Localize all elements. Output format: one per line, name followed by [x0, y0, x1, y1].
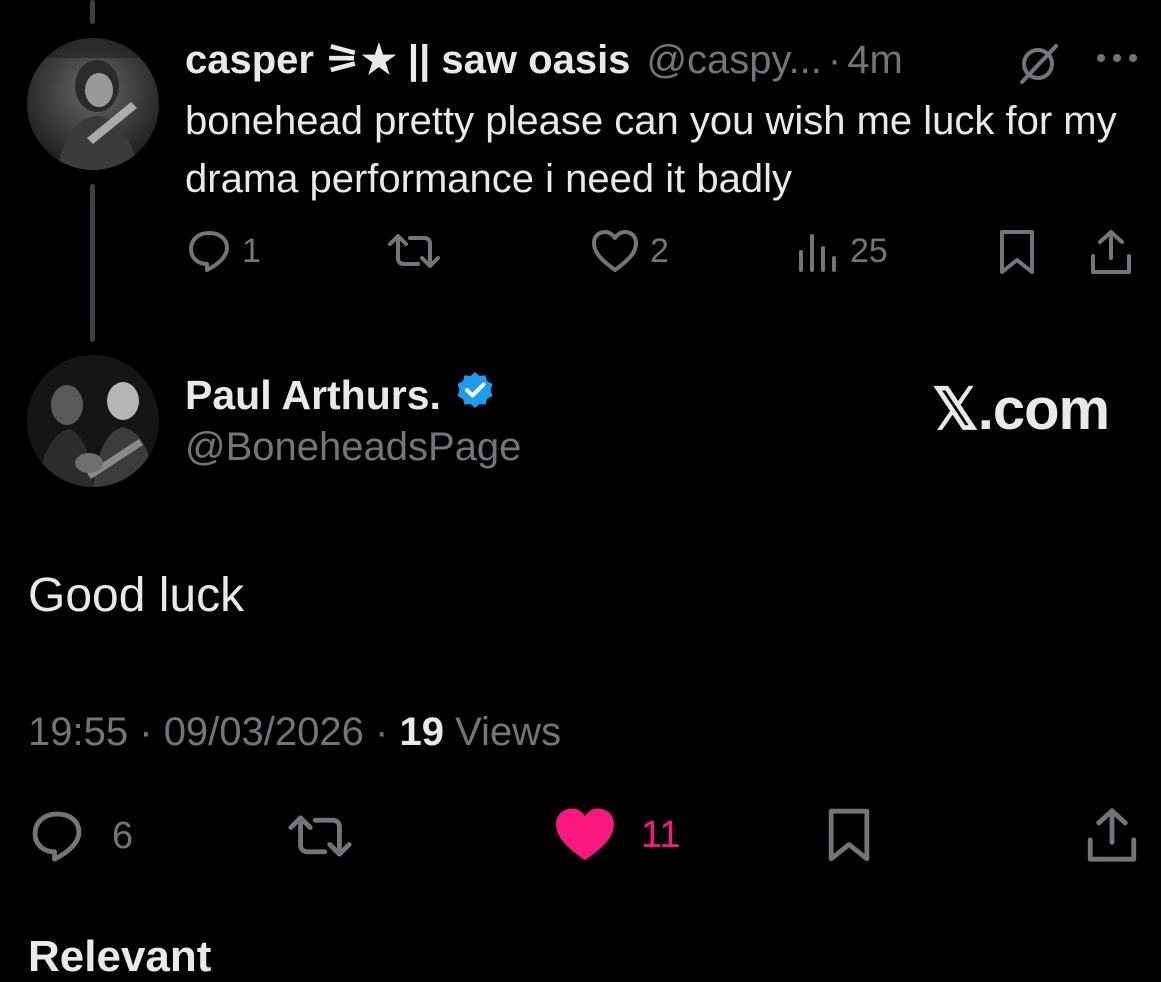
thread-line — [90, 184, 95, 342]
views-icon — [796, 228, 840, 274]
reply-display-name[interactable]: casper ⚞★ || saw oasis — [185, 37, 630, 83]
reply-handle[interactable]: @caspy... — [646, 38, 821, 83]
reply-bubble-icon — [28, 808, 86, 864]
main-handle[interactable]: @BoneheadsPage — [185, 425, 521, 470]
main-like-count: 11 — [641, 813, 681, 856]
tweet-date[interactable]: 09/03/2026 — [164, 710, 364, 754]
reply-like-button[interactable]: 2 — [590, 228, 669, 274]
main-share-button[interactable] — [1084, 806, 1140, 864]
avatar[interactable] — [27, 38, 159, 170]
meta-separator: · — [375, 710, 389, 754]
main-name-row: Paul Arthurs. — [185, 370, 495, 420]
views-count: 19 — [399, 710, 444, 754]
more-icon[interactable] — [1095, 50, 1139, 71]
reply-bookmark-button[interactable] — [996, 228, 1038, 276]
main-like-button[interactable]: 11 — [553, 806, 680, 864]
main-reply-button[interactable]: 6 — [28, 808, 133, 864]
reply-like-count: 2 — [650, 231, 669, 270]
reply-reply-count: 1 — [242, 231, 261, 270]
avatar[interactable] — [27, 355, 159, 487]
reply-views-count: 25 — [850, 231, 888, 270]
reply-views-button[interactable]: 25 — [796, 228, 888, 274]
tweet-time[interactable]: 19:55 — [28, 710, 128, 754]
main-reply-count: 6 — [112, 814, 134, 857]
reply-reply-button[interactable]: 1 — [186, 228, 261, 274]
reply-text: bonehead pretty please can you wish me l… — [185, 99, 1117, 201]
repost-icon — [286, 808, 354, 864]
thread-line-top — [90, 0, 95, 24]
tweet-meta: 19:55 · 09/03/2026 · 19 Views — [28, 710, 561, 755]
reply-time[interactable]: 4m — [847, 38, 903, 83]
share-icon — [1084, 806, 1140, 864]
main-repost-button[interactable] — [286, 808, 364, 864]
reply-header: casper ⚞★ || saw oasis @caspy... · 4m — [185, 34, 903, 86]
share-icon — [1088, 228, 1134, 276]
meta-separator: · — [139, 710, 153, 754]
verified-badge-icon — [455, 370, 495, 420]
reply-bubble-icon — [186, 228, 232, 274]
x-com-watermark: 𝕏.com — [932, 377, 1110, 442]
reply-separator: · — [827, 37, 842, 82]
heart-icon — [590, 228, 640, 274]
main-bookmark-button[interactable] — [824, 806, 874, 864]
bookmark-icon — [996, 228, 1038, 276]
bookmark-icon — [824, 806, 874, 864]
views-label: Views — [455, 710, 562, 754]
reply-repost-button[interactable] — [386, 228, 452, 274]
grok-icon[interactable] — [1014, 40, 1062, 93]
relevant-heading[interactable]: Relevant — [28, 932, 211, 982]
heart-filled-icon — [553, 806, 617, 864]
main-text: Good luck — [28, 569, 245, 622]
main-display-name[interactable]: Paul Arthurs. — [185, 372, 441, 419]
repost-icon — [386, 228, 442, 274]
reply-share-button[interactable] — [1088, 228, 1134, 276]
